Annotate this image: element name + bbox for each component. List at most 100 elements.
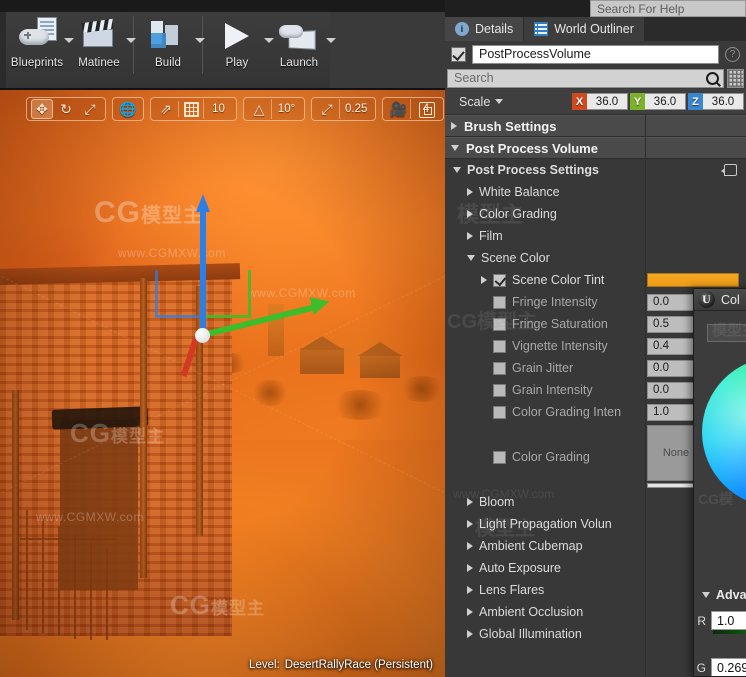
toolbar-label-matinee: Matinee [78, 57, 120, 69]
actor-name-row: PostProcessVolume ? [445, 41, 746, 67]
color-grading-intensity-checkbox[interactable] [493, 405, 506, 419]
scale-label-group[interactable]: Scale [445, 95, 572, 109]
category-brush-settings[interactable]: Brush Settings [445, 115, 746, 137]
fringe-saturation-checkbox[interactable] [493, 317, 506, 331]
viewport-scale-snap-group: ⤢ 0.25 [311, 97, 377, 121]
surface-snap-icon[interactable]: ⇗ [155, 99, 177, 119]
launch-dropdown-caret-icon[interactable] [326, 38, 336, 43]
axis-z-value[interactable]: 36.0 [703, 93, 744, 110]
gizmo-plane-xz[interactable] [155, 270, 203, 318]
scale-snap-value[interactable]: 0.25 [339, 99, 372, 119]
chevron-right-icon [467, 498, 473, 506]
chevron-down-icon [451, 145, 459, 151]
chevron-down-icon[interactable] [495, 99, 504, 104]
fringe-intensity-checkbox[interactable] [493, 295, 506, 309]
color-channel-g-value[interactable]: 0.269 [711, 658, 746, 676]
scale-axis-y: Y 36.0 [630, 93, 688, 110]
rotate-mode-icon[interactable]: ↻ [55, 99, 77, 119]
matinee-dropdown-caret-icon[interactable] [126, 38, 136, 43]
grid-snap-icon[interactable] [180, 99, 202, 119]
color-channel-r: R 1.0 [696, 611, 746, 634]
reset-arrow-icon[interactable] [721, 164, 737, 176]
toolbar-button-play[interactable]: Play [206, 12, 274, 69]
chevron-down-icon [702, 592, 710, 598]
tree-label-scene-color-tint: Scene Color Tint [512, 273, 605, 287]
rotation-snap-value[interactable]: 10° [271, 99, 301, 119]
search-placeholder: Search [454, 71, 494, 85]
color-picker-advanced-label: Adva [716, 588, 746, 602]
help-circle-icon[interactable]: ? [725, 46, 740, 62]
tab-world-outliner[interactable]: World Outliner [524, 17, 645, 41]
scale-label: Scale [459, 94, 491, 109]
color-grading-asset-checkbox[interactable] [493, 450, 506, 464]
grain-intensity-checkbox[interactable] [493, 383, 506, 397]
gizmo-axis-z[interactable] [200, 210, 206, 332]
settings-grid-icon[interactable] [727, 68, 744, 88]
toolbar-button-matinee[interactable]: Matinee [68, 12, 136, 69]
tree-row-post-process-settings[interactable]: Post Process Settings [445, 159, 746, 181]
search-input[interactable]: Search [447, 68, 724, 88]
tab-world-outliner-label: World Outliner [554, 22, 634, 36]
viewport-grid-snap-group: ⇗ 10 [150, 97, 237, 121]
chevron-right-icon [481, 276, 487, 284]
tree-row-scene-color[interactable]: Scene Color [445, 247, 746, 269]
tree-row-color-grading-group[interactable]: Color Grading [445, 203, 746, 225]
toolbar-button-build[interactable]: Build [137, 12, 205, 69]
chevron-right-icon [467, 188, 473, 196]
grid-snap-value[interactable]: 10 [203, 99, 233, 119]
toolbar-button-blueprints[interactable]: Blueprints [6, 12, 74, 69]
color-channel-r-gradient[interactable] [713, 630, 746, 634]
camera-speed-icon[interactable]: 🎥 [387, 99, 409, 119]
category-post-process-volume[interactable]: Post Process Volume [445, 137, 746, 159]
tab-details[interactable]: i Details [445, 17, 525, 41]
search-icon [706, 71, 719, 85]
tree-label-global-illumination: Global Illumination [479, 627, 582, 641]
toolbar-button-launch[interactable]: Launch [268, 12, 336, 69]
chevron-right-icon [467, 232, 473, 240]
color-picker-hex-input[interactable] [707, 324, 746, 342]
color-picker-advanced-toggle[interactable]: Adva [702, 588, 746, 602]
scene-color-tint-swatch[interactable] [647, 273, 739, 287]
vignette-intensity-checkbox[interactable] [493, 339, 506, 353]
play-icon [217, 17, 257, 55]
color-channel-r-value[interactable]: 1.0 [711, 611, 746, 630]
translate-mode-icon[interactable]: ✥ [31, 99, 53, 119]
actor-visibility-checkbox[interactable] [451, 46, 466, 62]
tree-row-white-balance[interactable]: White Balance [445, 181, 746, 203]
level-viewport[interactable]: CG模型主 www.CGMXW.com CG模型主 www.CGMXW.com … [0, 90, 445, 677]
translate-gizmo[interactable] [155, 194, 332, 448]
color-picker-window[interactable]: U Col Adva R 1.0 G 0.269 B 0.0 模型主 CG模 [693, 288, 746, 677]
tree-row-film[interactable]: Film [445, 225, 746, 247]
world-space-icon[interactable]: 🌐 [117, 99, 139, 119]
scale-snap-icon[interactable]: ⤢ [316, 99, 338, 119]
rotation-snap-icon[interactable]: △ [248, 99, 270, 119]
maximize-viewport-icon[interactable] [416, 100, 438, 120]
viewport-coordinate-system-group: 🌐 [112, 97, 144, 121]
grain-jitter-checkbox[interactable] [493, 361, 506, 375]
tree-label-bloom: Bloom [479, 495, 515, 509]
help-search-input[interactable]: Search For Help [590, 0, 746, 17]
tab-details-label: Details [475, 22, 514, 36]
color-channel-r-label: R [697, 613, 706, 628]
axis-x-value[interactable]: 36.0 [587, 93, 628, 110]
scene-color-tint-checkbox[interactable] [493, 273, 506, 287]
transform-scale-row: Scale X 36.0 Y 36.0 Z 36.0 [445, 89, 746, 115]
tree-label-film: Film [479, 229, 503, 243]
scale-mode-icon[interactable]: ⤢ [79, 99, 101, 119]
tree-label-lens-flares: Lens Flares [479, 583, 545, 597]
tree-label-auto-exposure: Auto Exposure [479, 561, 561, 575]
chevron-right-icon [467, 210, 473, 218]
color-picker-titlebar[interactable]: U Col [694, 289, 746, 311]
gizmo-plane-xy[interactable] [203, 270, 251, 318]
window-titlebar-strip [0, 0, 445, 12]
axis-y-value[interactable]: 36.0 [645, 93, 686, 110]
actor-name-input[interactable]: PostProcessVolume [472, 44, 719, 64]
color-wheel[interactable] [702, 357, 746, 507]
build-dropdown-caret-icon[interactable] [195, 38, 205, 43]
details-info-icon: i [455, 22, 469, 36]
gizmo-axis-z-head[interactable] [196, 194, 210, 212]
viewport-rotation-snap-group: △ 10° [243, 97, 305, 121]
gizmo-center-handle[interactable] [195, 328, 210, 343]
toolbar-group-play-launch: Play Launch [206, 12, 336, 88]
blueprints-icon [17, 17, 57, 55]
